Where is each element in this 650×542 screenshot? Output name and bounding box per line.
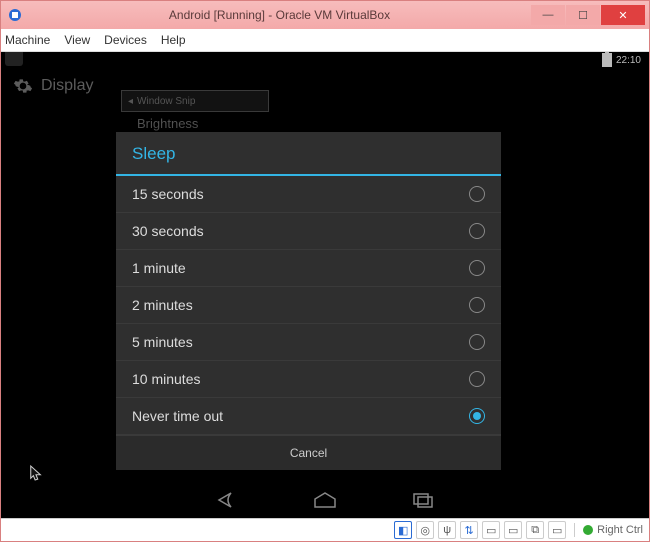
menubar: Machine View Devices Help (1, 29, 649, 52)
video-capture-icon[interactable]: ⧉ (526, 521, 544, 539)
display-icon[interactable]: ▭ (504, 521, 522, 539)
android-nav-bar (1, 482, 649, 518)
mouse-integration-icon[interactable]: ▭ (548, 521, 566, 539)
hostkey-led-icon (583, 525, 593, 535)
minimize-button[interactable]: — (531, 5, 565, 25)
sleep-option-3[interactable]: 2 minutes (116, 287, 501, 324)
virtualbox-status-bar: ◧ ◎ ψ ⇅ ▭ ▭ ⧉ ▭ Right Ctrl (1, 518, 649, 541)
sleep-option-0[interactable]: 15 seconds (116, 176, 501, 213)
sleep-option-6[interactable]: Never time out (116, 398, 501, 435)
close-button[interactable]: ✕ (601, 5, 645, 25)
settings-title: Display (41, 77, 93, 95)
optical-disc-icon[interactable]: ◎ (416, 521, 434, 539)
virtualbox-icon (7, 7, 23, 23)
virtualbox-window: Android [Running] - Oracle VM VirtualBox… (0, 0, 650, 542)
mouse-cursor-icon (29, 464, 43, 482)
option-label: 2 minutes (132, 297, 193, 313)
settings-gear-icon (13, 76, 33, 96)
option-label: 30 seconds (132, 223, 204, 239)
vm-preview-tab[interactable] (5, 52, 23, 66)
sleep-option-5[interactable]: 10 minutes (116, 361, 501, 398)
window-snip-artifact: ◂Window Snip (121, 90, 269, 112)
host-key-indicator[interactable]: Right Ctrl (583, 524, 643, 536)
usb-icon[interactable]: ψ (438, 521, 456, 539)
shared-folder-icon[interactable]: ▭ (482, 521, 500, 539)
option-label: 15 seconds (132, 186, 204, 202)
maximize-button[interactable]: ☐ (566, 5, 600, 25)
radio-icon (469, 371, 485, 387)
option-label: 1 minute (132, 260, 186, 276)
sleep-dialog: Sleep 15 seconds 30 seconds 1 minute 2 m… (116, 132, 501, 470)
brightness-row[interactable]: Brightness (137, 116, 198, 131)
radio-icon-selected (469, 408, 485, 424)
titlebar[interactable]: Android [Running] - Oracle VM VirtualBox… (1, 1, 649, 29)
dialog-title: Sleep (116, 132, 501, 176)
radio-icon (469, 334, 485, 350)
back-icon[interactable] (213, 491, 241, 509)
radio-icon (469, 223, 485, 239)
battery-icon (602, 53, 612, 67)
radio-icon (469, 186, 485, 202)
android-status-bar[interactable]: 22:10 (602, 52, 641, 68)
sleep-option-2[interactable]: 1 minute (116, 250, 501, 287)
guest-display[interactable]: 22:10 Display ◂Window Snip Brightness Sl… (1, 52, 649, 518)
status-separator (574, 523, 575, 537)
radio-icon (469, 260, 485, 276)
window-controls: — ☐ ✕ (530, 5, 645, 25)
recent-apps-icon[interactable] (409, 491, 437, 509)
dialog-cancel-button[interactable]: Cancel (116, 435, 501, 470)
sleep-option-4[interactable]: 5 minutes (116, 324, 501, 361)
menu-help[interactable]: Help (161, 33, 186, 47)
radio-icon (469, 297, 485, 313)
settings-header[interactable]: Display (13, 76, 93, 96)
sleep-option-1[interactable]: 30 seconds (116, 213, 501, 250)
hostkey-label: Right Ctrl (597, 524, 643, 536)
option-label: 5 minutes (132, 334, 193, 350)
hard-disk-icon[interactable]: ◧ (394, 521, 412, 539)
menu-machine[interactable]: Machine (5, 33, 50, 47)
option-label: 10 minutes (132, 371, 200, 387)
menu-devices[interactable]: Devices (104, 33, 147, 47)
menu-view[interactable]: View (64, 33, 90, 47)
window-title: Android [Running] - Oracle VM VirtualBox (29, 8, 530, 22)
option-label: Never time out (132, 408, 223, 424)
status-clock: 22:10 (616, 55, 641, 66)
network-icon[interactable]: ⇅ (460, 521, 478, 539)
home-icon[interactable] (311, 491, 339, 509)
